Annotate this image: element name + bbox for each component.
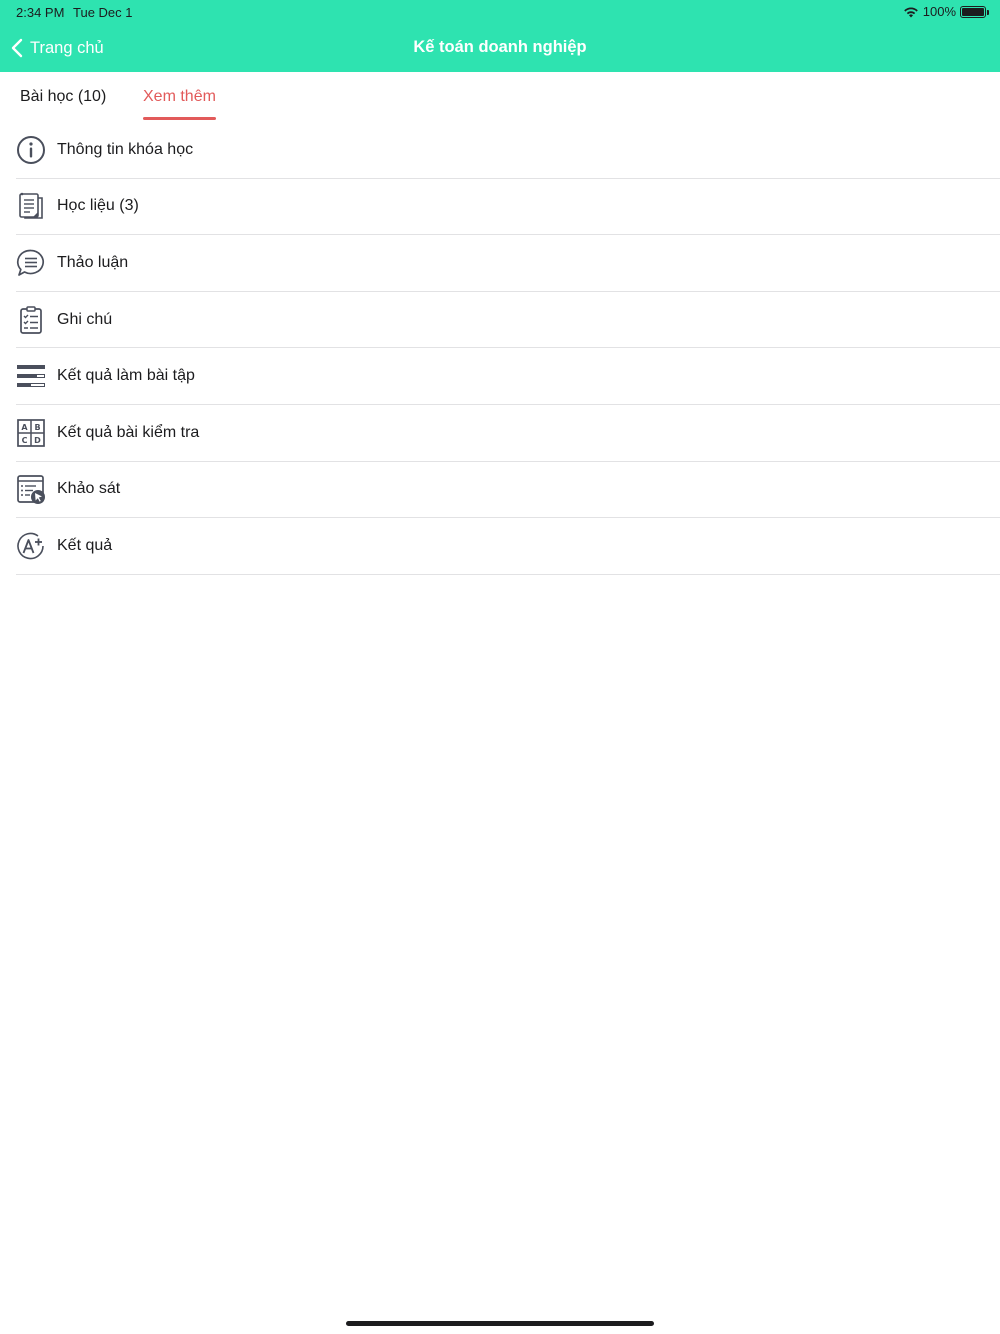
tab-bar: Bài học (10) Xem thêm	[0, 72, 1000, 122]
home-indicator[interactable]	[346, 1321, 654, 1326]
status-time: 2:34 PM	[16, 5, 65, 20]
menu-item-label: Thảo luận	[57, 253, 129, 271]
svg-text:D: D	[34, 436, 41, 445]
menu-item-course-info[interactable]: Thông tin khóa học	[16, 122, 1000, 179]
list-bars-icon	[16, 361, 46, 391]
menu-item-label: Thông tin khóa học	[57, 140, 194, 158]
menu-item-test-results[interactable]: A B C D Kết quả bài kiểm tra	[16, 405, 1000, 462]
info-icon	[16, 135, 46, 165]
active-tab-indicator	[143, 117, 216, 120]
menu-item-label: Ghi chú	[57, 310, 113, 328]
tab-lessons[interactable]: Bài học (10)	[20, 88, 106, 106]
menu-item-exercise-results[interactable]: Kết quả làm bài tập	[16, 348, 1000, 405]
menu-item-survey[interactable]: Khảo sát	[16, 462, 1000, 519]
menu-item-discussion[interactable]: Thảo luận	[16, 235, 1000, 292]
menu-item-label: Khảo sát	[57, 480, 121, 498]
page-title: Kế toán doanh nghiệp	[413, 38, 587, 56]
app-header: 2:34 PM Tue Dec 1 100% Trang chủ Kế toán…	[0, 0, 1000, 72]
svg-text:B: B	[34, 423, 40, 432]
menu-item-notes[interactable]: Ghi chú	[16, 292, 1000, 349]
grade-a-plus-icon	[16, 531, 46, 561]
battery-icon	[960, 5, 989, 18]
survey-cursor-icon	[16, 474, 46, 505]
menu-item-label: Kết quả bài kiểm tra	[57, 423, 200, 441]
menu-item-results[interactable]: Kết quả	[16, 518, 1000, 575]
clipboard-checklist-icon	[16, 305, 46, 335]
wifi-icon	[903, 6, 918, 17]
tab-more[interactable]: Xem thêm	[143, 88, 216, 106]
status-date: Tue Dec 1	[73, 5, 133, 20]
menu-item-materials[interactable]: Học liệu (3)	[16, 179, 1000, 236]
svg-text:C: C	[22, 436, 28, 445]
battery-percent: 100%	[922, 4, 956, 19]
svg-text:A: A	[21, 423, 28, 432]
documents-icon	[16, 191, 46, 221]
chat-bubble-icon	[16, 248, 46, 278]
menu-item-label: Học liệu (3)	[57, 197, 139, 215]
abcd-grid-icon: A B C D	[16, 418, 46, 448]
status-bar: 2:34 PM Tue Dec 1 100%	[0, 0, 1000, 24]
status-indicators: 100%	[903, 4, 989, 19]
more-menu: Thông tin khóa học Học liệu (3) Thảo luậ…	[16, 122, 1000, 575]
menu-item-label: Kết quả	[57, 536, 113, 554]
menu-item-label: Kết quả làm bài tập	[57, 367, 195, 385]
